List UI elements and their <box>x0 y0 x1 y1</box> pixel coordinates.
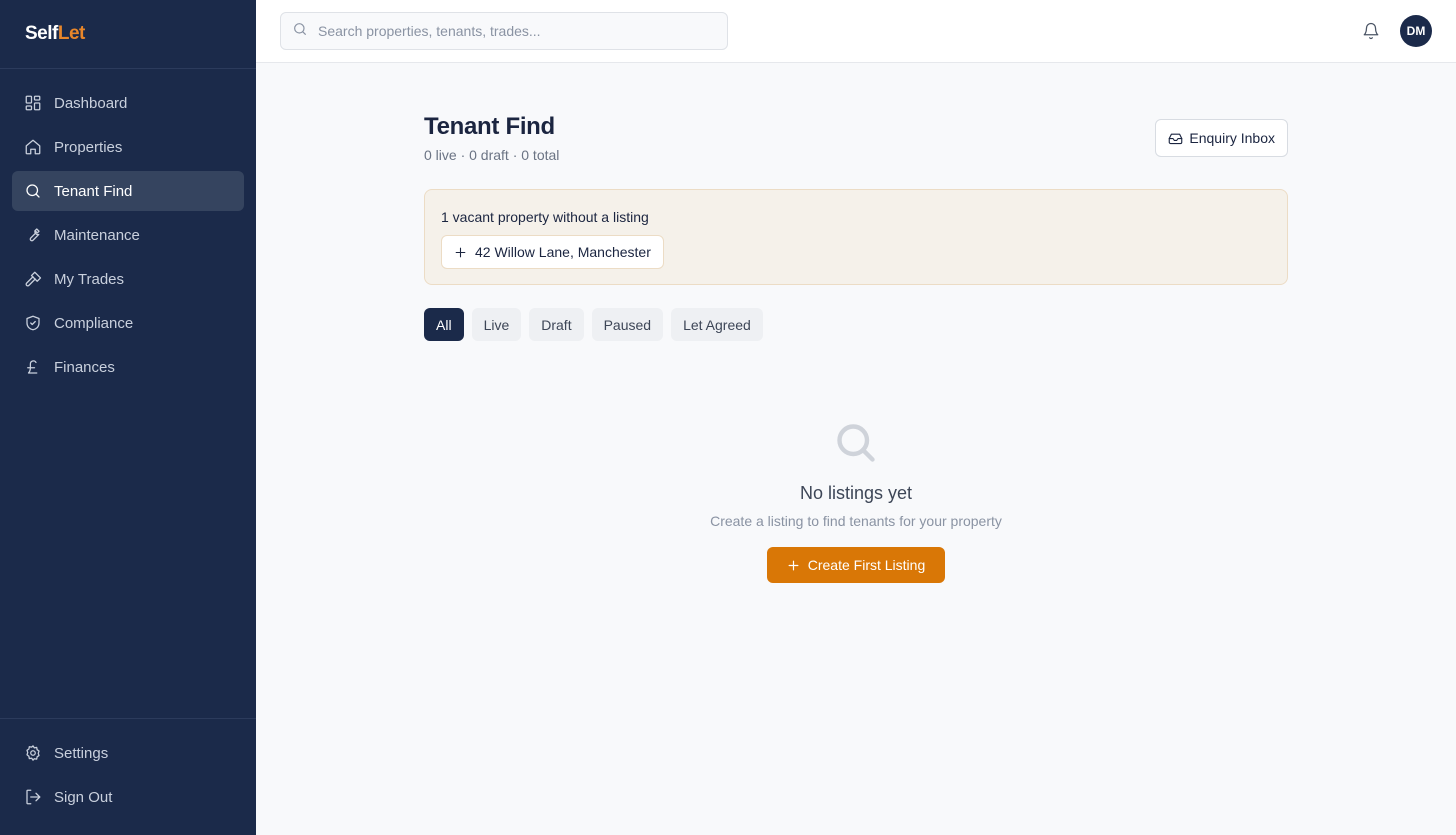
sidebar-item-label: Maintenance <box>54 226 140 244</box>
sign-out-icon <box>24 788 42 806</box>
brand-part-self: Self <box>25 23 58 44</box>
empty-state: No listings yet Create a listing to find… <box>424 421 1288 583</box>
tab-live[interactable]: Live <box>471 308 522 341</box>
brand-logo[interactable]: Self Let <box>0 0 256 69</box>
brand-part-let: Let <box>57 23 86 44</box>
notifications-bell-icon[interactable] <box>1360 20 1382 42</box>
sidebar-item-label: Properties <box>54 138 123 156</box>
search-icon <box>834 421 878 465</box>
enquiry-inbox-button[interactable]: Enquiry Inbox <box>1155 119 1288 157</box>
sidebar-item-label: Compliance <box>54 314 134 332</box>
vacant-properties-title: 1 vacant property without a listing <box>441 209 649 225</box>
sidebar-item-label: Sign Out <box>54 788 113 806</box>
sidebar-item-label: Tenant Find <box>54 182 133 200</box>
dashboard-icon <box>24 94 42 112</box>
sidebar-item-label: Finances <box>54 358 115 376</box>
gear-icon <box>24 744 42 762</box>
vacant-properties-banner: 1 vacant property without a listing 42 W… <box>424 189 1288 285</box>
listing-counts: 0 live · 0 draft · 0 total <box>424 147 560 163</box>
sidebar-item-label: Settings <box>54 744 109 762</box>
top-bar: DM <box>256 0 1456 63</box>
inbox-icon <box>1169 133 1183 144</box>
sidebar-item-maintenance[interactable]: Maintenance <box>12 215 244 255</box>
create-listing-for-property-button[interactable]: 42 Willow Lane, Manchester <box>441 235 664 269</box>
sidebar: Self Let Dashboard Properties Tenant Find… <box>0 0 256 835</box>
sidebar-item-compliance[interactable]: Compliance <box>12 303 244 343</box>
sidebar-nav: Dashboard Properties Tenant Find Mainten… <box>0 69 256 387</box>
tab-let-agreed[interactable]: Let Agreed <box>671 308 763 341</box>
sidebar-item-properties[interactable]: Properties <box>12 127 244 167</box>
sidebar-item-settings[interactable]: Settings <box>12 733 244 773</box>
create-first-listing-label: Create First Listing <box>807 557 926 573</box>
sidebar-item-label: My Trades <box>54 270 125 288</box>
avatar[interactable]: DM <box>1400 15 1432 47</box>
sidebar-item-sign-out[interactable]: Sign Out <box>12 777 244 817</box>
hammer-icon <box>24 270 42 288</box>
sidebar-item-my-trades[interactable]: My Trades <box>12 259 244 299</box>
status-filter-tabs: All Live Draft Paused Let Agreed <box>424 308 771 341</box>
shield-check-icon <box>24 314 42 332</box>
vacant-property-address: 42 Willow Lane, Manchester <box>475 244 651 260</box>
sidebar-item-dashboard[interactable]: Dashboard <box>12 83 244 123</box>
search-icon <box>24 182 42 200</box>
sidebar-bottom: Settings Sign Out <box>0 718 256 835</box>
search-box[interactable] <box>280 12 728 50</box>
plus-icon <box>788 560 799 570</box>
create-first-listing-button[interactable]: Create First Listing <box>767 547 945 583</box>
tab-draft[interactable]: Draft <box>529 308 584 341</box>
enquiry-inbox-label: Enquiry Inbox <box>1189 130 1275 146</box>
search-input[interactable] <box>318 23 718 39</box>
search-icon <box>292 21 308 42</box>
plus-icon <box>455 247 466 257</box>
sidebar-item-label: Dashboard <box>54 94 128 112</box>
tab-all[interactable]: All <box>424 308 464 341</box>
empty-state-subtitle: Create a listing to find tenants for you… <box>710 513 1002 529</box>
tab-paused[interactable]: Paused <box>591 308 664 341</box>
wrench-icon <box>24 226 42 244</box>
home-icon <box>24 138 42 156</box>
sidebar-item-finances[interactable]: Finances <box>12 347 244 387</box>
pound-icon <box>24 358 42 376</box>
empty-state-title: No listings yet <box>799 483 913 503</box>
sidebar-item-tenant-find[interactable]: Tenant Find <box>12 171 244 211</box>
page-title: Tenant Find <box>424 113 555 140</box>
